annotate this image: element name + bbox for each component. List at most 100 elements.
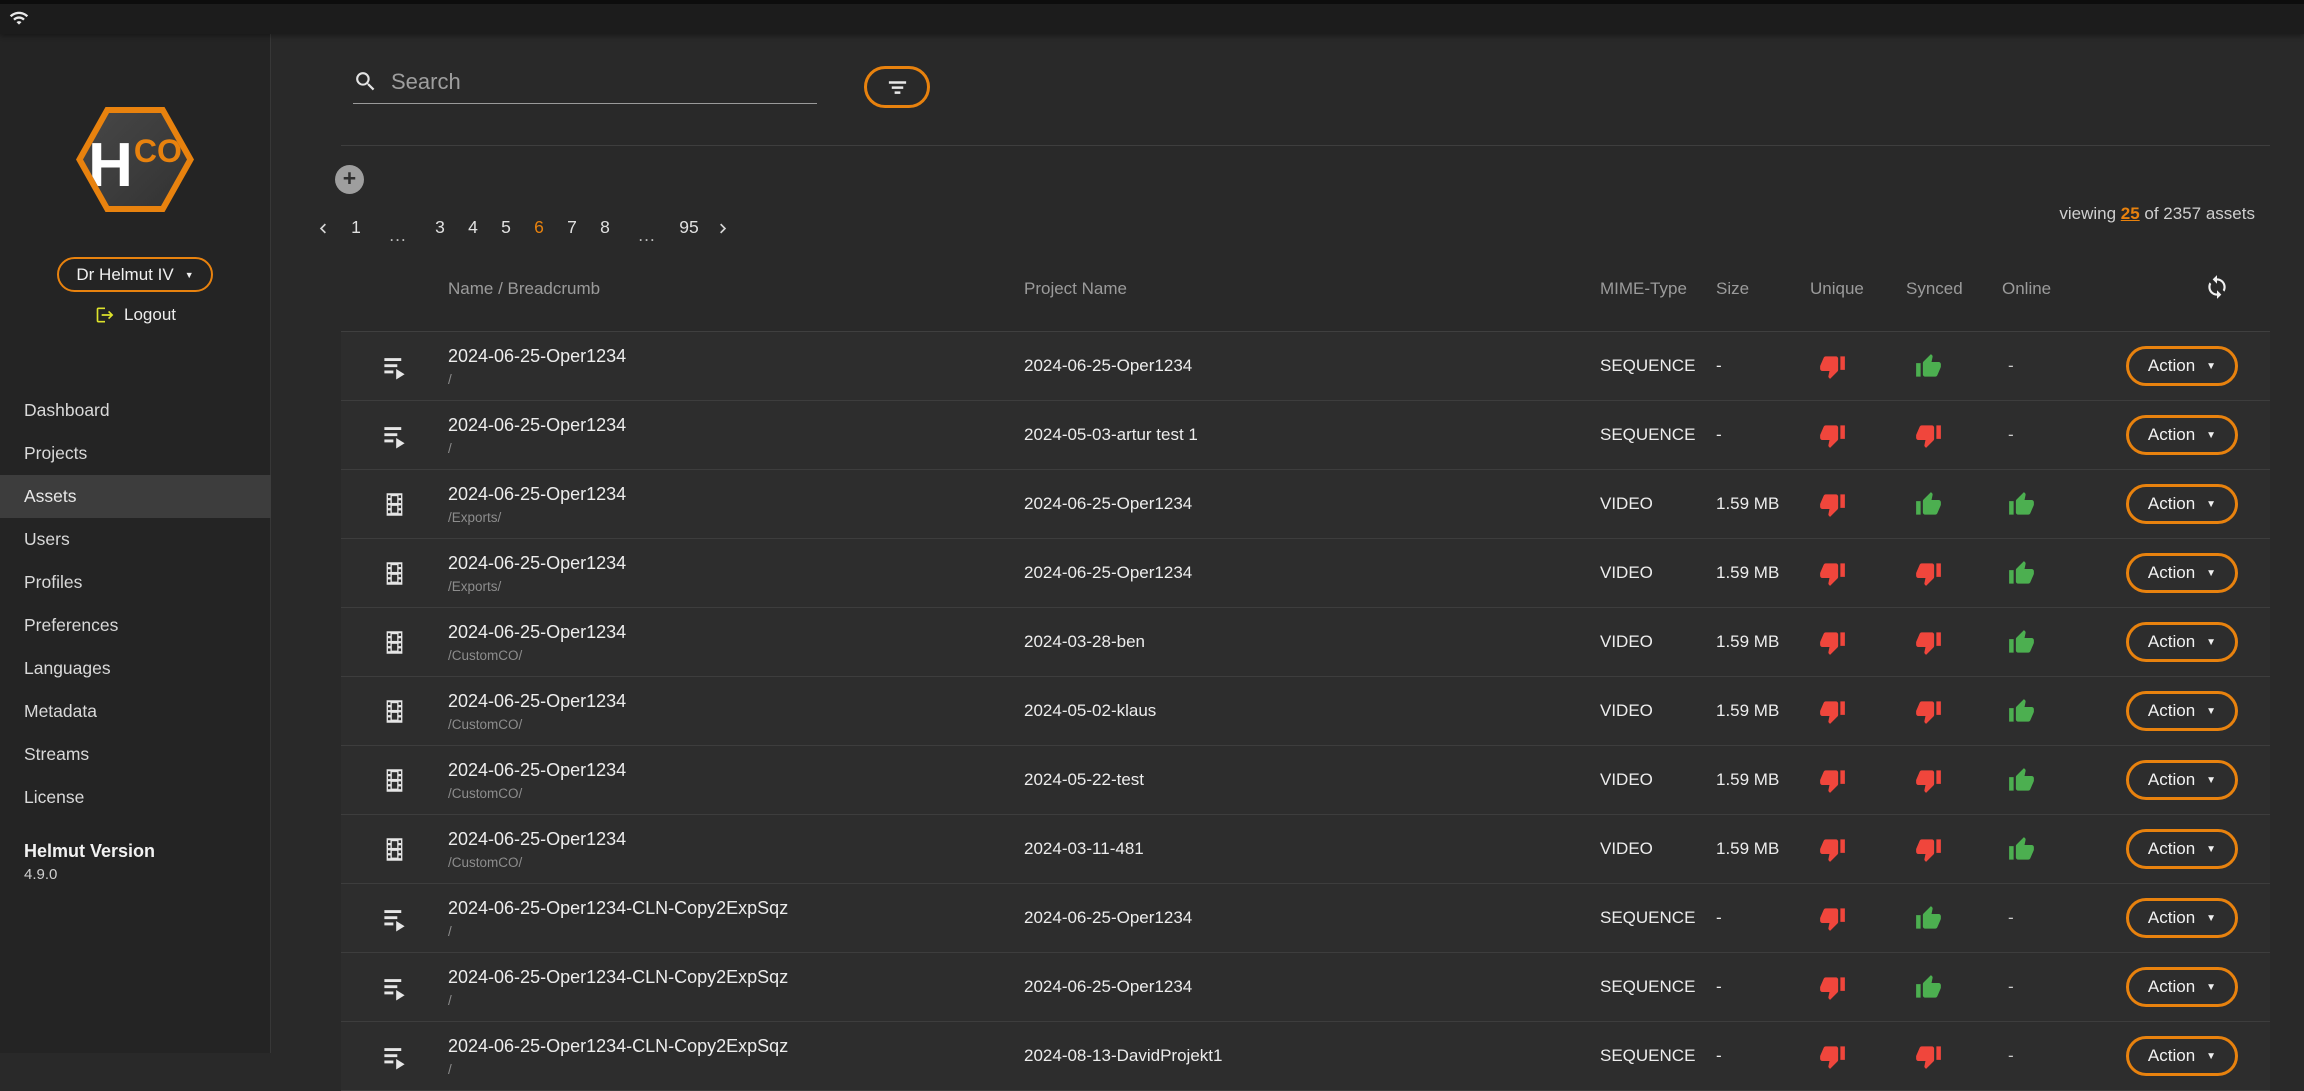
unique-status [1810, 560, 1906, 587]
film-icon [381, 491, 408, 518]
action-button[interactable]: Action ▼ [2126, 622, 2238, 662]
user-menu-button[interactable]: Dr Helmut IV ▼ [57, 257, 213, 292]
mime-type: SEQUENCE [1600, 425, 1716, 445]
table-row[interactable]: 2024-06-25-Oper1234 /Exports/ 2024-06-25… [341, 539, 2270, 608]
pagination-page-6[interactable]: 6 [527, 215, 551, 239]
sidebar-item-preferences[interactable]: Preferences [0, 604, 271, 647]
synced-status [1906, 560, 2002, 587]
mime-type: VIDEO [1600, 563, 1716, 583]
thumb-down-icon [1819, 1043, 1846, 1070]
table-row[interactable]: 2024-06-25-Oper1234 / 2024-06-25-Oper123… [341, 332, 2270, 401]
thumb-up-icon [2008, 560, 2035, 587]
table-row[interactable]: 2024-06-25-Oper1234 /CustomCO/ 2024-05-2… [341, 746, 2270, 815]
film-icon [381, 698, 408, 725]
logout-button[interactable]: Logout [0, 302, 271, 328]
chevron-down-icon: ▼ [2206, 499, 2216, 510]
logo-letters-co: CO [134, 133, 182, 170]
add-button[interactable]: + [335, 165, 364, 194]
asset-breadcrumb: /CustomCO/ [448, 856, 1024, 870]
thumb-up-icon [1915, 353, 1942, 380]
summary-count[interactable]: 25 [2121, 204, 2140, 223]
size: 1.59 MB [1716, 770, 1810, 790]
project-name: 2024-05-22-test [1024, 770, 1600, 790]
pagination-page-7[interactable]: 7 [560, 215, 584, 239]
sidebar-item-projects[interactable]: Projects [0, 432, 271, 475]
pagination-page-3[interactable]: 3 [428, 215, 452, 239]
pagination-page-4[interactable]: 4 [461, 215, 485, 239]
table-row[interactable]: 2024-06-25-Oper1234 /CustomCO/ 2024-03-2… [341, 608, 2270, 677]
action-button[interactable]: Action ▼ [2126, 691, 2238, 731]
sidebar-item-label: Languages [24, 658, 111, 679]
project-name: 2024-06-25-Oper1234 [1024, 977, 1600, 997]
sidebar-item-profiles[interactable]: Profiles [0, 561, 271, 604]
online-status [2002, 698, 2121, 725]
action-button[interactable]: Action ▼ [2126, 346, 2238, 386]
table-row[interactable]: 2024-06-25-Oper1234 /Exports/ 2024-06-25… [341, 470, 2270, 539]
pagination-page-1[interactable]: 1 [344, 215, 368, 239]
project-name: 2024-06-25-Oper1234 [1024, 908, 1600, 928]
filter-button[interactable] [864, 66, 930, 108]
thumb-down-icon [1915, 629, 1942, 656]
action-label: Action [2148, 977, 2195, 997]
pagination-next-button[interactable] [710, 215, 734, 239]
asset-name: 2024-06-25-Oper1234-CLN-Copy2ExpSqz [448, 967, 1024, 987]
refresh-button[interactable] [2203, 274, 2231, 302]
pagination-page-5[interactable]: 5 [494, 215, 518, 239]
synced-status [1906, 905, 2002, 932]
chevron-down-icon: ▼ [2206, 913, 2216, 924]
wifi-icon [9, 8, 29, 28]
action-button[interactable]: Action ▼ [2126, 415, 2238, 455]
table-row[interactable]: 2024-06-25-Oper1234-CLN-Copy2ExpSqz / 20… [341, 1022, 2270, 1091]
size: - [1716, 908, 1810, 928]
thumb-down-icon [1819, 353, 1846, 380]
asset-name: 2024-06-25-Oper1234 [448, 691, 1024, 711]
main-content: + viewing 25 of 2357 assets 1...345678..… [271, 34, 2304, 1053]
sequence-icon [381, 974, 408, 1001]
sidebar-item-label: Projects [24, 443, 87, 464]
sidebar-item-dashboard[interactable]: Dashboard [0, 389, 271, 432]
action-button[interactable]: Action ▼ [2126, 484, 2238, 524]
logout-label: Logout [124, 305, 176, 325]
col-header-online: Online [2002, 279, 2121, 299]
table-row[interactable]: 2024-06-25-Oper1234 /CustomCO/ 2024-03-1… [341, 815, 2270, 884]
sidebar-item-label: Assets [24, 486, 77, 507]
action-button[interactable]: Action ▼ [2126, 829, 2238, 869]
table-row[interactable]: 2024-06-25-Oper1234-CLN-Copy2ExpSqz / 20… [341, 953, 2270, 1022]
size: - [1716, 356, 1810, 376]
pagination-page-95[interactable]: 95 [677, 215, 701, 239]
sidebar-item-assets[interactable]: Assets [0, 475, 271, 518]
film-icon [381, 560, 408, 587]
table-header: Name / Breadcrumb Project Name MIME-Type… [341, 263, 2270, 315]
synced-status [1906, 974, 2002, 1001]
size: 1.59 MB [1716, 563, 1810, 583]
action-button[interactable]: Action ▼ [2126, 553, 2238, 593]
sidebar-item-label: Users [24, 529, 70, 550]
sidebar-item-users[interactable]: Users [0, 518, 271, 561]
sidebar-item-streams[interactable]: Streams [0, 733, 271, 776]
table-row[interactable]: 2024-06-25-Oper1234-CLN-Copy2ExpSqz / 20… [341, 884, 2270, 953]
pagination-prev-button[interactable] [311, 215, 335, 239]
thumb-down-icon [1819, 698, 1846, 725]
table-row[interactable]: 2024-06-25-Oper1234 / 2024-05-03-artur t… [341, 401, 2270, 470]
action-button[interactable]: Action ▼ [2126, 760, 2238, 800]
synced-status [1906, 836, 2002, 863]
chevron-down-icon: ▼ [2206, 706, 2216, 717]
sequence-icon [381, 1043, 408, 1070]
thumb-up-icon [1915, 491, 1942, 518]
action-button[interactable]: Action ▼ [2126, 898, 2238, 938]
online-status [2002, 836, 2121, 863]
action-button[interactable]: Action ▼ [2126, 967, 2238, 1007]
thumb-up-icon [2008, 698, 2035, 725]
asset-name: 2024-06-25-Oper1234 [448, 346, 1024, 366]
thumb-down-icon [1819, 422, 1846, 449]
thumb-down-icon [1915, 836, 1942, 863]
sidebar-item-metadata[interactable]: Metadata [0, 690, 271, 733]
sidebar-item-languages[interactable]: Languages [0, 647, 271, 690]
sidebar-item-license[interactable]: License [0, 776, 271, 819]
unique-status [1810, 836, 1906, 863]
unique-status [1810, 698, 1906, 725]
table-row[interactable]: 2024-06-25-Oper1234 /CustomCO/ 2024-05-0… [341, 677, 2270, 746]
action-button[interactable]: Action ▼ [2126, 1036, 2238, 1076]
pagination-page-8[interactable]: 8 [593, 215, 617, 239]
search-input[interactable] [391, 69, 817, 95]
